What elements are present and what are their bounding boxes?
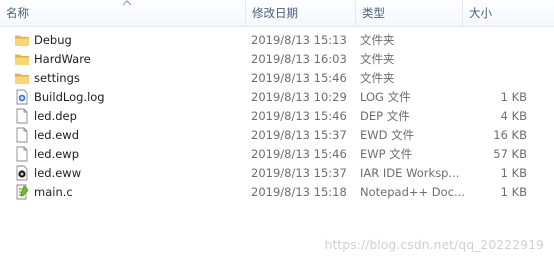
file-type: 文件夹 — [360, 52, 395, 66]
file-date: 2019/8/13 15:18 — [251, 185, 347, 199]
file-size: 1 KB — [500, 90, 527, 104]
file-type: EWD 文件 — [360, 128, 415, 142]
file-type: IAR IDE Worksp... — [360, 166, 460, 180]
column-header-date[interactable]: 修改日期 — [245, 0, 355, 26]
file-date: 2019/8/13 16:03 — [251, 52, 347, 66]
iar-workspace-icon — [14, 165, 30, 181]
folder-icon — [14, 32, 30, 48]
file-name: settings — [34, 71, 80, 85]
file-size: 16 KB — [493, 128, 527, 142]
file-icon — [14, 108, 30, 124]
file-name: main.c — [34, 185, 73, 199]
file-row-settings[interactable]: settings 2019/8/13 15:46 文件夹 — [0, 69, 554, 88]
file-date: 2019/8/13 15:37 — [251, 166, 347, 180]
column-header-bar: 名称 修改日期 类型 大小 — [0, 0, 554, 27]
column-header-size-label: 大小 — [469, 6, 492, 20]
file-row-led-ewd[interactable]: led.ewd 2019/8/13 15:37 EWD 文件 16 KB — [0, 126, 554, 145]
folder-icon — [14, 70, 30, 86]
file-date: 2019/8/13 15:37 — [251, 128, 347, 142]
file-size — [470, 69, 527, 88]
file-name: led.ewp — [34, 147, 80, 161]
file-row-led-eww[interactable]: led.eww 2019/8/13 15:37 IAR IDE Worksp... 1… — [0, 164, 554, 183]
file-row-debug[interactable]: Debug 2019/8/13 15:13 文件夹 — [0, 31, 554, 50]
file-date: 2019/8/13 15:46 — [251, 71, 347, 85]
file-row-main-c[interactable]: main.c 2019/8/13 15:18 Notepad++ Doc... 1 K… — [0, 183, 554, 202]
file-size: 57 KB — [493, 147, 527, 161]
notepad-file-icon — [14, 184, 30, 200]
column-header-date-label: 修改日期 — [252, 6, 298, 20]
file-size — [470, 31, 527, 50]
file-row-led-ewp[interactable]: led.ewp 2019/8/13 15:46 EWP 文件 57 KB — [0, 145, 554, 164]
file-row-led-dep[interactable]: led.dep 2019/8/13 15:46 DEP 文件 4 KB — [0, 107, 554, 126]
sort-ascending-icon — [122, 0, 132, 6]
folder-icon — [14, 51, 30, 67]
file-name: Debug — [34, 33, 72, 47]
watermark: https://blog.csdn.net/qq_20222919 — [324, 237, 544, 252]
file-type: LOG 文件 — [360, 90, 411, 104]
file-name: HardWare — [34, 52, 91, 66]
column-header-type-label: 类型 — [362, 6, 385, 20]
file-row-buildlog-log[interactable]: BuildLog.log 2019/8/13 10:29 LOG 文件 1 KB — [0, 88, 554, 107]
log-file-icon — [14, 89, 30, 105]
column-header-type[interactable]: 类型 — [355, 0, 462, 26]
file-type: EWP 文件 — [360, 147, 413, 161]
file-size: 1 KB — [500, 185, 527, 199]
file-name: led.ewd — [34, 128, 80, 142]
file-date: 2019/8/13 15:13 — [251, 33, 347, 47]
file-type: DEP 文件 — [360, 109, 410, 123]
file-row-hardware[interactable]: HardWare 2019/8/13 16:03 文件夹 — [0, 50, 554, 69]
file-icon — [14, 127, 30, 143]
file-name: led.eww — [34, 166, 82, 180]
file-size: 4 KB — [500, 109, 527, 123]
file-type: Notepad++ Doc... — [360, 185, 465, 199]
file-name: led.dep — [34, 109, 77, 123]
file-date: 2019/8/13 15:46 — [251, 147, 347, 161]
file-size — [470, 50, 527, 69]
file-date: 2019/8/13 10:29 — [251, 90, 347, 104]
file-type: 文件夹 — [360, 71, 395, 85]
file-date: 2019/8/13 15:46 — [251, 109, 347, 123]
file-size: 1 KB — [500, 166, 527, 180]
file-type: 文件夹 — [360, 33, 395, 47]
file-name: BuildLog.log — [34, 90, 105, 104]
column-header-name-label: 名称 — [6, 6, 29, 20]
file-icon — [14, 146, 30, 162]
column-header-size[interactable]: 大小 — [462, 0, 554, 26]
